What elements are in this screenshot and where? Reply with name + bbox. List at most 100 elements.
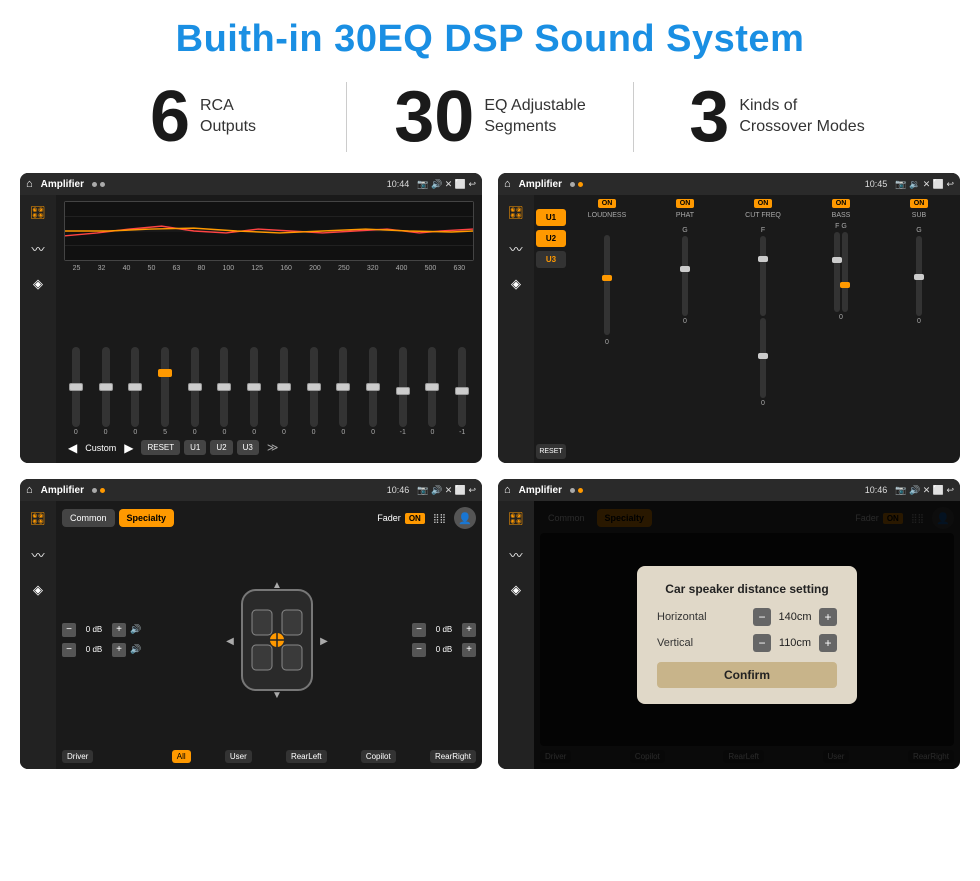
vertical-value-control: − 110cm + — [753, 634, 837, 652]
dialog-icon-1[interactable]: 🎛 — [508, 511, 525, 527]
eq-u1-btn[interactable]: U1 — [184, 440, 206, 455]
channel-bass: ON BASS FG 0 — [804, 199, 878, 321]
copilot-btn[interactable]: Copilot — [361, 750, 396, 763]
stats-row: 6 RCAOutputs 30 EQ AdjustableSegments 3 … — [0, 71, 980, 167]
vertical-minus-btn[interactable]: − — [753, 634, 771, 652]
stat-label-rca: RCAOutputs — [200, 96, 256, 138]
stat-label-eq: EQ AdjustableSegments — [484, 96, 585, 138]
amp-icon-2[interactable]: 〰 — [509, 239, 522, 258]
time-2: 10:45 — [865, 179, 888, 189]
dialog-icon-3[interactable]: ◈ — [511, 582, 521, 598]
status-dots-1 — [92, 182, 105, 187]
u1-select-btn[interactable]: U1 — [536, 209, 566, 226]
fader-icon-1[interactable]: 🎛 — [30, 511, 47, 527]
dialog-icon-2[interactable]: 〰 — [509, 545, 522, 564]
amp-reset-btn[interactable]: RESET — [536, 444, 566, 459]
fader-icon-2[interactable]: 〰 — [31, 545, 44, 564]
status-icons-4: 📷 🔊 ✕ ⬜ ↩ — [895, 485, 954, 496]
status-icons-1: 📷 🔊 ✕ ⬜ ↩ — [417, 179, 476, 190]
svg-text:▼: ▼ — [272, 690, 282, 700]
eq-slider-11[interactable]: 0 — [361, 347, 385, 436]
status-dots-3 — [92, 488, 105, 493]
status-icons-3: 📷 🔊 ✕ ⬜ ↩ — [417, 485, 476, 496]
eq-next-btn[interactable]: ▶ — [120, 441, 137, 455]
app-name-2: Amplifier — [519, 179, 562, 190]
rearright-btn[interactable]: RearRight — [430, 750, 476, 763]
eq-slider-5[interactable]: 0 — [183, 347, 207, 436]
db-right-rear: − 0 dB + — [412, 643, 476, 657]
status-bar-1: ⌂ Amplifier 10:44 📷 🔊 ✕ ⬜ ↩ — [20, 173, 482, 195]
eq-more-icon[interactable]: ≫ — [267, 441, 279, 454]
eq-reset-btn[interactable]: RESET — [141, 440, 180, 455]
amp-icon-1[interactable]: 🎛 — [508, 205, 525, 221]
minus-right-front[interactable]: − — [412, 623, 426, 637]
eq-slider-6[interactable]: 0 — [213, 347, 237, 436]
u2-select-btn[interactable]: U2 — [536, 230, 566, 247]
eq-sidebar: 🎛 〰 ◈ — [20, 195, 56, 463]
home-icon-2[interactable]: ⌂ — [504, 178, 511, 190]
tab-specialty[interactable]: Specialty — [119, 509, 175, 527]
channel-cutfreq: ON CUT FREQ F 0 — [726, 199, 800, 407]
eq-slider-9[interactable]: 0 — [302, 347, 326, 436]
stat-label-crossover: Kinds ofCrossover Modes — [739, 96, 864, 138]
vertical-label: Vertical — [657, 637, 693, 649]
db-left-front: − 0 dB + 🔊 — [62, 623, 141, 637]
amp-icon-3[interactable]: ◈ — [511, 276, 521, 292]
on-badge-fader: ON — [405, 513, 425, 524]
eq-freq-labels: 253240506380100125160200250320400500630 — [64, 265, 474, 272]
minus-left-rear[interactable]: − — [62, 643, 76, 657]
bottom-label-row: Driver All User RearLeft Copilot RearRig… — [62, 750, 476, 763]
stat-item-eq: 30 EQ AdjustableSegments — [347, 81, 633, 153]
app-name-1: Amplifier — [41, 179, 84, 190]
dialog-sidebar: 🎛 〰 ◈ — [498, 501, 534, 769]
eq-slider-10[interactable]: 0 — [331, 347, 355, 436]
eq-slider-7[interactable]: 0 — [242, 347, 266, 436]
plus-left-rear[interactable]: + — [112, 643, 126, 657]
eq-slider-13[interactable]: 0 — [421, 347, 445, 436]
car-diagram: ▲ ▼ ◀ ▶ — [147, 580, 406, 700]
svg-text:◀: ◀ — [226, 636, 234, 647]
fader-icon-3[interactable]: ◈ — [33, 582, 43, 598]
u3-select-btn[interactable]: U3 — [536, 251, 566, 268]
eq-slider-14[interactable]: -1 — [450, 347, 474, 436]
eq-prev-btn[interactable]: ◀ — [64, 441, 81, 455]
app-name-4: Amplifier — [519, 485, 562, 496]
all-btn[interactable]: All — [172, 750, 191, 763]
plus-left-front[interactable]: + — [112, 623, 126, 637]
screen-eq: ⌂ Amplifier 10:44 📷 🔊 ✕ ⬜ ↩ 🎛 〰 ◈ — [20, 173, 482, 463]
eq-slider-2[interactable]: 0 — [94, 347, 118, 436]
rearleft2-btn[interactable]: RearLeft — [286, 750, 327, 763]
profile-icon[interactable]: 👤 — [454, 507, 476, 529]
eq-slider-8[interactable]: 0 — [272, 347, 296, 436]
home-icon-4[interactable]: ⌂ — [504, 484, 511, 496]
eq-u3-btn[interactable]: U3 — [237, 440, 259, 455]
fader-label: Fader — [377, 513, 401, 523]
minus-right-rear[interactable]: − — [412, 643, 426, 657]
plus-right-rear[interactable]: + — [462, 643, 476, 657]
vertical-plus-btn[interactable]: + — [819, 634, 837, 652]
home-icon-1[interactable]: ⌂ — [26, 178, 33, 190]
eq-icon-1[interactable]: 🎛 — [30, 205, 47, 221]
eq-slider-12[interactable]: -1 — [391, 347, 415, 436]
db-right-front: − 0 dB + — [412, 623, 476, 637]
eq-slider-3[interactable]: 0 — [123, 347, 147, 436]
minus-left-front[interactable]: − — [62, 623, 76, 637]
confirm-button[interactable]: Confirm — [657, 662, 837, 688]
horizontal-value: 140cm — [775, 611, 815, 623]
horizontal-value-control: − 140cm + — [753, 608, 837, 626]
tab-common[interactable]: Common — [62, 509, 115, 527]
eq-icon-2[interactable]: 〰 — [31, 239, 44, 258]
plus-right-front[interactable]: + — [462, 623, 476, 637]
eq-icon-3[interactable]: ◈ — [33, 276, 43, 292]
home-icon-3[interactable]: ⌂ — [26, 484, 33, 496]
eq-slider-1[interactable]: 0 — [64, 347, 88, 436]
status-bar-2: ⌂ Amplifier 10:45 📷 🔉 ✕ ⬜ ↩ — [498, 173, 960, 195]
driver-btn[interactable]: Driver — [62, 750, 93, 763]
horizontal-minus-btn[interactable]: − — [753, 608, 771, 626]
screens-grid: ⌂ Amplifier 10:44 📷 🔊 ✕ ⬜ ↩ 🎛 〰 ◈ — [0, 167, 980, 779]
time-4: 10:46 — [865, 485, 888, 495]
eq-u2-btn[interactable]: U2 — [210, 440, 232, 455]
user-btn[interactable]: User — [225, 750, 252, 763]
horizontal-plus-btn[interactable]: + — [819, 608, 837, 626]
eq-slider-4[interactable]: 5 — [153, 347, 177, 436]
